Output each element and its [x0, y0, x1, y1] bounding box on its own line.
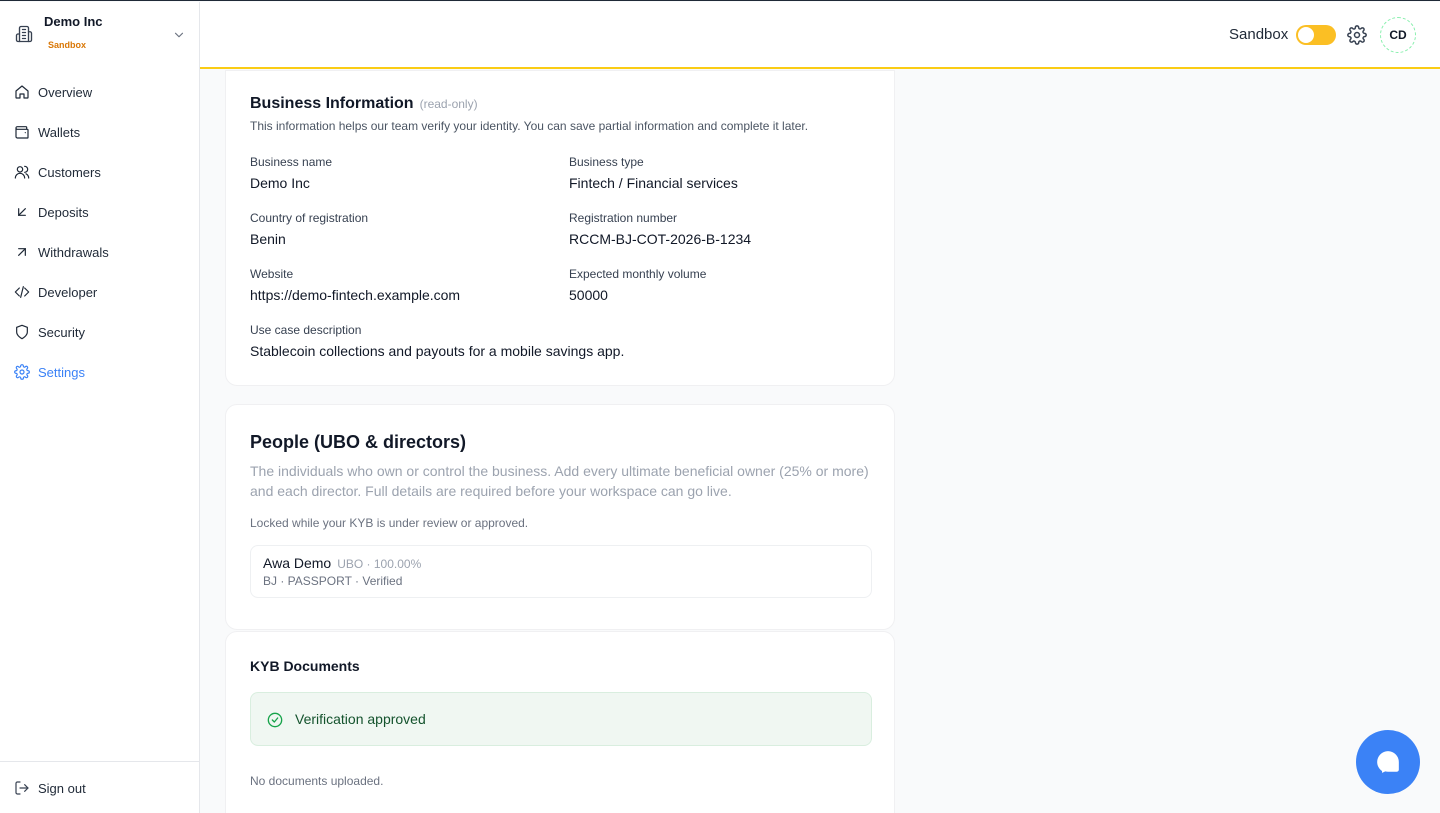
- sidebar-item-label: Overview: [38, 84, 93, 100]
- sign-out-button[interactable]: Sign out: [0, 761, 199, 813]
- gear-icon: [14, 364, 30, 380]
- org-switcher[interactable]: Demo Inc Sandbox: [0, 2, 199, 68]
- toggle-knob: [1298, 27, 1314, 43]
- wallet-icon: [15, 126, 29, 139]
- field-label: Business type: [569, 155, 644, 169]
- top-header: Sandbox CD: [200, 2, 1440, 69]
- sidebar-item-customers[interactable]: Customers: [0, 152, 199, 192]
- sidebar-item-settings[interactable]: Settings: [0, 352, 199, 392]
- chat-bubble-icon: [1377, 751, 1399, 773]
- sidebar-item-label: Customers: [38, 164, 101, 180]
- verification-status-banner: Verification approved: [250, 692, 872, 746]
- sign-out-label: Sign out: [38, 780, 86, 796]
- chat-button[interactable]: [1356, 730, 1420, 794]
- sidebar-item-security[interactable]: Security: [0, 312, 199, 352]
- people-description: The individuals who own or control the b…: [250, 463, 869, 499]
- avatar[interactable]: CD: [1380, 17, 1416, 53]
- field-value: RCCM-BJ-COT-2026-B-1234: [569, 231, 752, 247]
- field-label: Country of registration: [250, 211, 369, 225]
- sidebar-nav: Overview Wallets Customers Deposits With…: [0, 72, 199, 392]
- home-icon: [15, 85, 29, 99]
- person-name-line: Awa Demo UBO · 100.00%: [263, 555, 421, 571]
- field-value: Benin: [250, 231, 286, 247]
- field-value: https://demo-fintech.example.com: [250, 287, 461, 303]
- field-value: 50000: [569, 287, 608, 303]
- check-circle-icon: [267, 712, 283, 728]
- arrow-down-left-icon: [18, 208, 26, 216]
- sidebar-item-wallets[interactable]: Wallets: [0, 112, 199, 152]
- people-title: People (UBO & directors): [250, 432, 467, 452]
- chevron-down-icon: [174, 32, 184, 38]
- business-info-card: Business Information (read-only) This inf…: [225, 70, 895, 386]
- field-monthly-volume: Expected monthly volume 50000: [569, 267, 869, 303]
- sandbox-label: Sandbox: [1229, 26, 1289, 43]
- field-business-type: Business type Fintech / Financial servic…: [569, 155, 869, 191]
- sidebar: Demo Inc Sandbox Overview Wallets Custom…: [0, 2, 200, 813]
- users-icon: [14, 165, 30, 179]
- sidebar-item-label: Settings: [38, 364, 85, 380]
- org-name: Demo Inc: [44, 14, 103, 29]
- field-label: Business name: [250, 155, 333, 169]
- field-website: Website https://demo-fintech.example.com: [250, 267, 550, 303]
- field-label: Website: [250, 267, 294, 281]
- building-icon: [15, 25, 33, 43]
- code-icon: [14, 286, 30, 298]
- sidebar-item-overview[interactable]: Overview: [0, 72, 199, 112]
- readonly-label: (read-only): [419, 97, 478, 111]
- field-use-case: Use case description Stablecoin collecti…: [250, 323, 870, 359]
- field-value: Fintech / Financial services: [569, 175, 738, 191]
- sandbox-toggle[interactable]: [1296, 25, 1336, 45]
- people-locked-note: Locked while your KYB is under review or…: [250, 516, 529, 530]
- kyb-title: KYB Documents: [250, 658, 360, 674]
- sidebar-item-withdrawals[interactable]: Withdrawals: [0, 232, 199, 272]
- business-info-title: Business Information (read-only): [250, 95, 478, 113]
- person-meta: BJ · PASSPORT · Verified: [263, 574, 403, 588]
- settings-gear-icon[interactable]: [1347, 25, 1367, 45]
- sidebar-item-deposits[interactable]: Deposits: [0, 192, 199, 232]
- sidebar-item-developer[interactable]: Developer: [0, 272, 199, 312]
- field-label: Use case description: [250, 323, 362, 337]
- field-registration-number: Registration number RCCM-BJ-COT-2026-B-1…: [569, 211, 869, 247]
- documents-empty-state: No documents uploaded.: [250, 774, 384, 788]
- kyb-documents-card: KYB Documents Verification approved No d…: [225, 631, 895, 813]
- sidebar-item-label: Developer: [38, 284, 98, 300]
- verification-status-text: Verification approved: [295, 711, 426, 727]
- field-business-name: Business name Demo Inc: [250, 155, 550, 191]
- people-card: People (UBO & directors) The individuals…: [225, 404, 895, 630]
- sandbox-badge: Sandbox: [48, 40, 87, 50]
- business-info-title-text: Business Information: [250, 95, 414, 112]
- sidebar-item-label: Wallets: [38, 124, 81, 140]
- person-name: Awa Demo: [263, 555, 332, 571]
- field-label: Expected monthly volume: [569, 267, 707, 281]
- arrow-up-right-icon: [18, 248, 26, 256]
- person-role: UBO · 100.00%: [337, 557, 422, 571]
- sidebar-item-label: Deposits: [38, 204, 89, 220]
- shield-icon: [16, 324, 28, 340]
- field-value: Demo Inc: [250, 175, 310, 191]
- field-value: Stablecoin collections and payouts for a…: [250, 343, 625, 359]
- log-out-icon: [15, 781, 29, 795]
- business-info-description: This information helps our team verify y…: [250, 119, 809, 133]
- person-row[interactable]: Awa Demo UBO · 100.00% BJ · PASSPORT · Ve…: [250, 545, 872, 598]
- field-country: Country of registration Benin: [250, 211, 550, 247]
- field-label: Registration number: [569, 211, 678, 225]
- sidebar-item-label: Withdrawals: [38, 244, 109, 260]
- sidebar-item-label: Security: [38, 324, 85, 340]
